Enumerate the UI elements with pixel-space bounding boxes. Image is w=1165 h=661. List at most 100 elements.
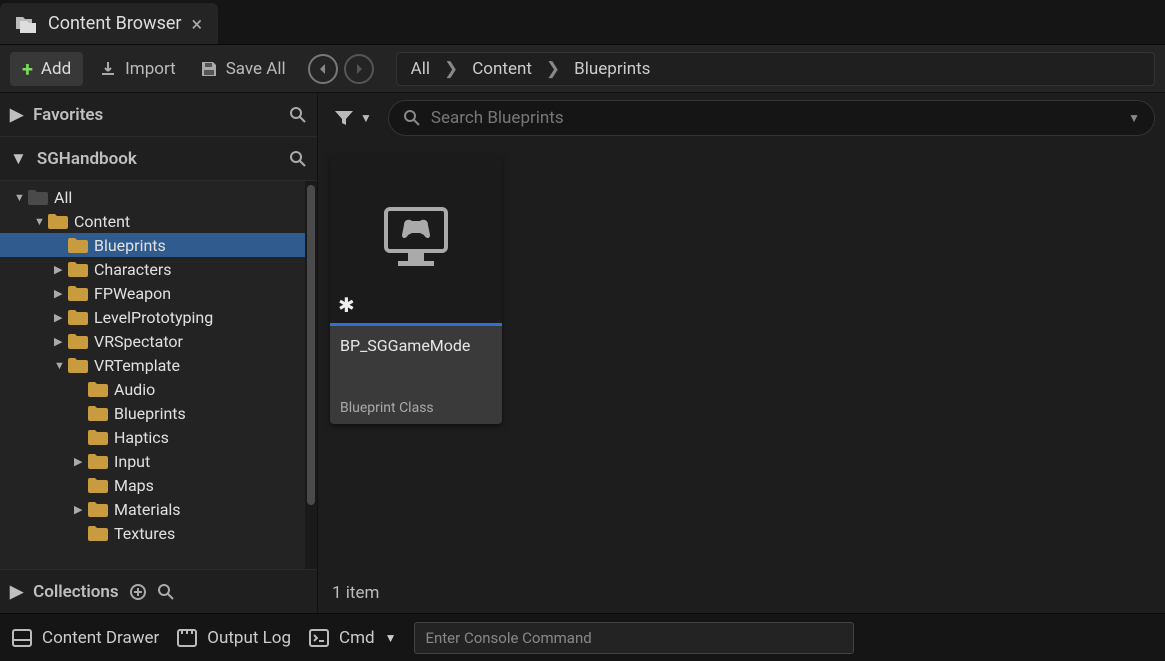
tree-row[interactable]: Audio — [0, 377, 305, 401]
output-log-button[interactable]: Output Log — [177, 628, 291, 648]
tab-title: Content Browser — [48, 13, 182, 34]
chevron-down-icon[interactable]: ▼ — [1128, 111, 1140, 125]
tree-row[interactable]: ▶ LevelPrototyping — [0, 305, 305, 329]
import-button[interactable]: Import — [91, 52, 184, 86]
folder-icon — [88, 502, 108, 517]
chevron-down-icon: ▼ — [385, 631, 397, 645]
breadcrumb: All ❯ Content ❯ Blueprints — [396, 52, 1155, 86]
tree-row[interactable]: ▶ Characters — [0, 257, 305, 281]
tab-content-browser[interactable]: Content Browser × — [0, 3, 218, 44]
expander-icon[interactable]: ▶ — [74, 503, 86, 516]
tree-row[interactable]: ▶ FPWeapon — [0, 281, 305, 305]
scrollbar[interactable] — [305, 181, 317, 569]
asset-grid: ✱ BP_SGGameMode Blueprint Class — [318, 143, 1165, 573]
folder-icon — [68, 334, 88, 349]
tree-row[interactable]: ▶ Input — [0, 449, 305, 473]
tree-label: Input — [114, 452, 150, 471]
tree-label: Haptics — [114, 428, 169, 447]
tree-row[interactable]: ▶ Materials — [0, 497, 305, 521]
tree-label: Maps — [114, 476, 154, 495]
console-input[interactable]: Enter Console Command — [414, 622, 854, 654]
chevron-right-icon: ▶ — [10, 105, 23, 125]
expander-icon[interactable]: ▶ — [74, 455, 86, 468]
expander-icon[interactable]: ▶ — [54, 335, 66, 348]
folder-icon — [88, 478, 108, 493]
folder-icon — [68, 262, 88, 277]
folder-icon — [88, 406, 108, 421]
sidebar: ▶ Favorites ▼ SGHandbook ▼All▼ContentBlu… — [0, 93, 318, 613]
asset-name: BP_SGGameMode — [340, 336, 492, 355]
status-line: 1 item — [318, 573, 1165, 613]
save-all-button[interactable]: Save All — [192, 52, 294, 86]
tree-row[interactable]: Maps — [0, 473, 305, 497]
tree-label: Materials — [114, 500, 181, 519]
expander-icon[interactable]: ▶ — [54, 311, 66, 324]
tree-row[interactable]: Textures — [0, 521, 305, 545]
tab-bar: Content Browser × — [0, 0, 1165, 45]
chevron-right-icon: ❯ — [546, 59, 560, 79]
tree-row[interactable]: ▶ VRSpectator — [0, 329, 305, 353]
folder-icon — [68, 358, 88, 373]
search-icon[interactable] — [289, 106, 307, 124]
tree-label: Characters — [94, 260, 172, 279]
chevron-right-icon: ▶ — [10, 582, 23, 602]
folder-icon — [88, 430, 108, 445]
folder-icon — [48, 214, 68, 229]
search-icon[interactable] — [157, 583, 175, 601]
tree-row[interactable]: Blueprints — [0, 233, 305, 257]
search-field[interactable]: ▼ — [388, 100, 1155, 136]
expander-icon[interactable]: ▼ — [14, 191, 26, 204]
nav-forward-button[interactable] — [344, 54, 374, 84]
tree-label: Audio — [114, 380, 155, 399]
expander-icon[interactable]: ▶ — [54, 287, 66, 300]
tree-label: LevelPrototyping — [94, 308, 213, 327]
expander-icon[interactable]: ▼ — [54, 359, 66, 372]
toolbar: + Add Import Save All All ❯ Content ❯ Bl… — [0, 45, 1165, 93]
close-icon[interactable]: × — [192, 12, 203, 36]
tree-row[interactable]: ▼All — [0, 185, 305, 209]
tree-label: Content — [74, 212, 130, 231]
folder-icon — [68, 310, 88, 325]
filter-button[interactable]: ▼ — [328, 109, 378, 127]
folder-icon — [88, 454, 108, 469]
tree-row[interactable]: ▼ VRTemplate — [0, 353, 305, 377]
search-icon[interactable] — [289, 150, 307, 168]
import-icon — [99, 60, 117, 78]
nav-back-button[interactable] — [308, 54, 338, 84]
tree-label: FPWeapon — [94, 284, 171, 303]
tree-label: Blueprints — [94, 236, 166, 255]
folders-icon — [16, 15, 38, 33]
dirty-star-icon: ✱ — [338, 293, 355, 317]
expander-icon[interactable]: ▼ — [34, 215, 46, 228]
add-button[interactable]: + Add — [10, 52, 83, 86]
search-input[interactable] — [431, 108, 1118, 128]
search-icon — [403, 109, 421, 127]
breadcrumb-item[interactable]: All — [411, 59, 430, 79]
folder-icon — [88, 526, 108, 541]
project-section[interactable]: ▼ SGHandbook — [0, 137, 317, 181]
scrollbar-thumb[interactable] — [307, 185, 315, 505]
add-collection-icon[interactable] — [129, 583, 147, 601]
plus-icon: + — [22, 59, 33, 79]
asset-tile[interactable]: ✱ BP_SGGameMode Blueprint Class — [330, 155, 502, 424]
tree-label: Textures — [114, 524, 175, 543]
favorites-section[interactable]: ▶ Favorites — [0, 93, 317, 137]
folder-icon — [68, 286, 88, 301]
tree-row[interactable]: ▼ Content — [0, 209, 305, 233]
folder-icon — [28, 190, 48, 205]
breadcrumb-item[interactable]: Blueprints — [574, 59, 650, 79]
save-icon — [200, 60, 218, 78]
collections-section[interactable]: ▶ Collections — [0, 569, 317, 613]
tree-label: VRSpectator — [94, 332, 183, 351]
content-drawer-button[interactable]: Content Drawer — [12, 628, 159, 648]
tree-label: VRTemplate — [94, 356, 180, 375]
cmd-dropdown[interactable]: Cmd ▼ — [309, 628, 396, 648]
expander-icon[interactable]: ▶ — [54, 263, 66, 276]
tree-row[interactable]: Blueprints — [0, 401, 305, 425]
bottom-bar: Content Drawer Output Log Cmd ▼ Enter Co… — [0, 613, 1165, 661]
breadcrumb-item[interactable]: Content — [472, 59, 532, 79]
asset-type: Blueprint Class — [340, 400, 492, 416]
tree-row[interactable]: Haptics — [0, 425, 305, 449]
folder-icon — [68, 238, 88, 253]
asset-thumbnail: ✱ — [330, 155, 502, 323]
